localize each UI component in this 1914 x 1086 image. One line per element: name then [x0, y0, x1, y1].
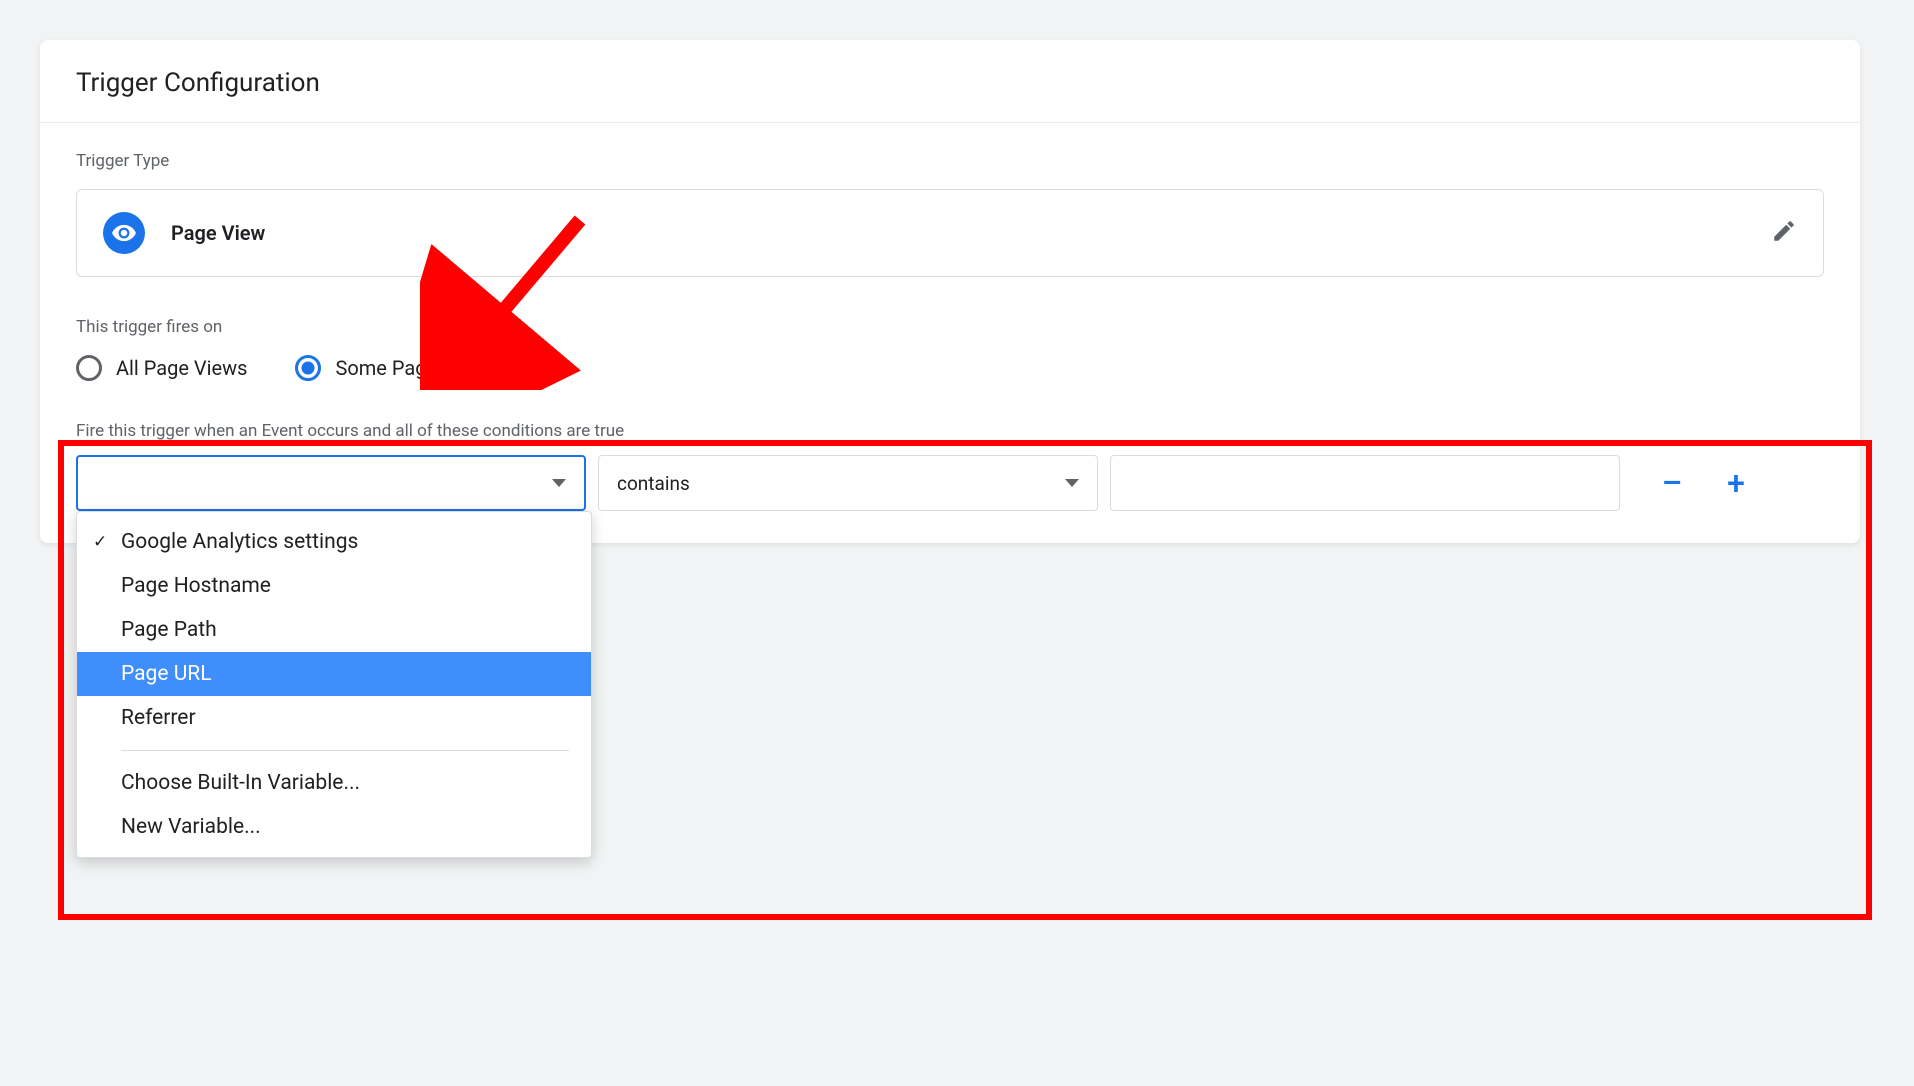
trigger-type-label: Trigger Type	[76, 151, 1824, 171]
chevron-down-icon	[552, 479, 566, 487]
card-title: Trigger Configuration	[76, 68, 1824, 98]
radio-some-page-views[interactable]: Some Page Views	[295, 355, 495, 381]
pencil-icon[interactable]	[1771, 218, 1797, 248]
radio-indicator	[295, 355, 321, 381]
add-condition-button[interactable]: +	[1714, 461, 1758, 505]
conditions-label: Fire this trigger when an Event occurs a…	[76, 421, 1824, 441]
conditions-section: Fire this trigger when an Event occurs a…	[76, 421, 1824, 511]
radio-all-page-views[interactable]: All Page Views	[76, 355, 247, 381]
trigger-type-name: Page View	[171, 221, 265, 245]
condition-row: Google Analytics settings Page Hostname …	[76, 455, 1824, 511]
dropdown-item-page-hostname[interactable]: Page Hostname	[77, 564, 591, 608]
radio-indicator	[76, 355, 102, 381]
row-action-buttons: – +	[1650, 461, 1758, 505]
chevron-down-icon	[1065, 479, 1079, 487]
radio-label: Some Page Views	[335, 356, 495, 380]
variable-dropdown: Google Analytics settings Page Hostname …	[76, 511, 592, 858]
operator-select-value: contains	[617, 472, 690, 495]
trigger-config-card: Trigger Configuration Trigger Type Page …	[40, 40, 1860, 543]
operator-select[interactable]: contains	[598, 455, 1098, 511]
fire-on-radio-group: All Page Views Some Page Views	[76, 355, 1824, 381]
remove-condition-button[interactable]: –	[1650, 461, 1694, 505]
condition-value-input[interactable]	[1110, 455, 1620, 511]
radio-label: All Page Views	[116, 356, 247, 380]
dropdown-divider	[121, 750, 569, 751]
dropdown-item-google-analytics-settings[interactable]: Google Analytics settings	[77, 520, 591, 564]
dropdown-item-new-variable[interactable]: New Variable...	[77, 805, 591, 849]
trigger-type-box[interactable]: Page View	[76, 189, 1824, 277]
card-body: Trigger Type Page View This trigger fire…	[40, 123, 1860, 543]
dropdown-item-choose-builtin[interactable]: Choose Built-In Variable...	[77, 761, 591, 805]
dropdown-item-page-path[interactable]: Page Path	[77, 608, 591, 652]
card-header: Trigger Configuration	[40, 40, 1860, 123]
fire-on-label: This trigger fires on	[76, 317, 1824, 337]
trigger-type-left: Page View	[103, 212, 265, 254]
dropdown-item-referrer[interactable]: Referrer	[77, 696, 591, 740]
dropdown-item-page-url[interactable]: Page URL	[77, 652, 591, 696]
eye-icon	[103, 212, 145, 254]
variable-select[interactable]: Google Analytics settings Page Hostname …	[76, 455, 586, 511]
